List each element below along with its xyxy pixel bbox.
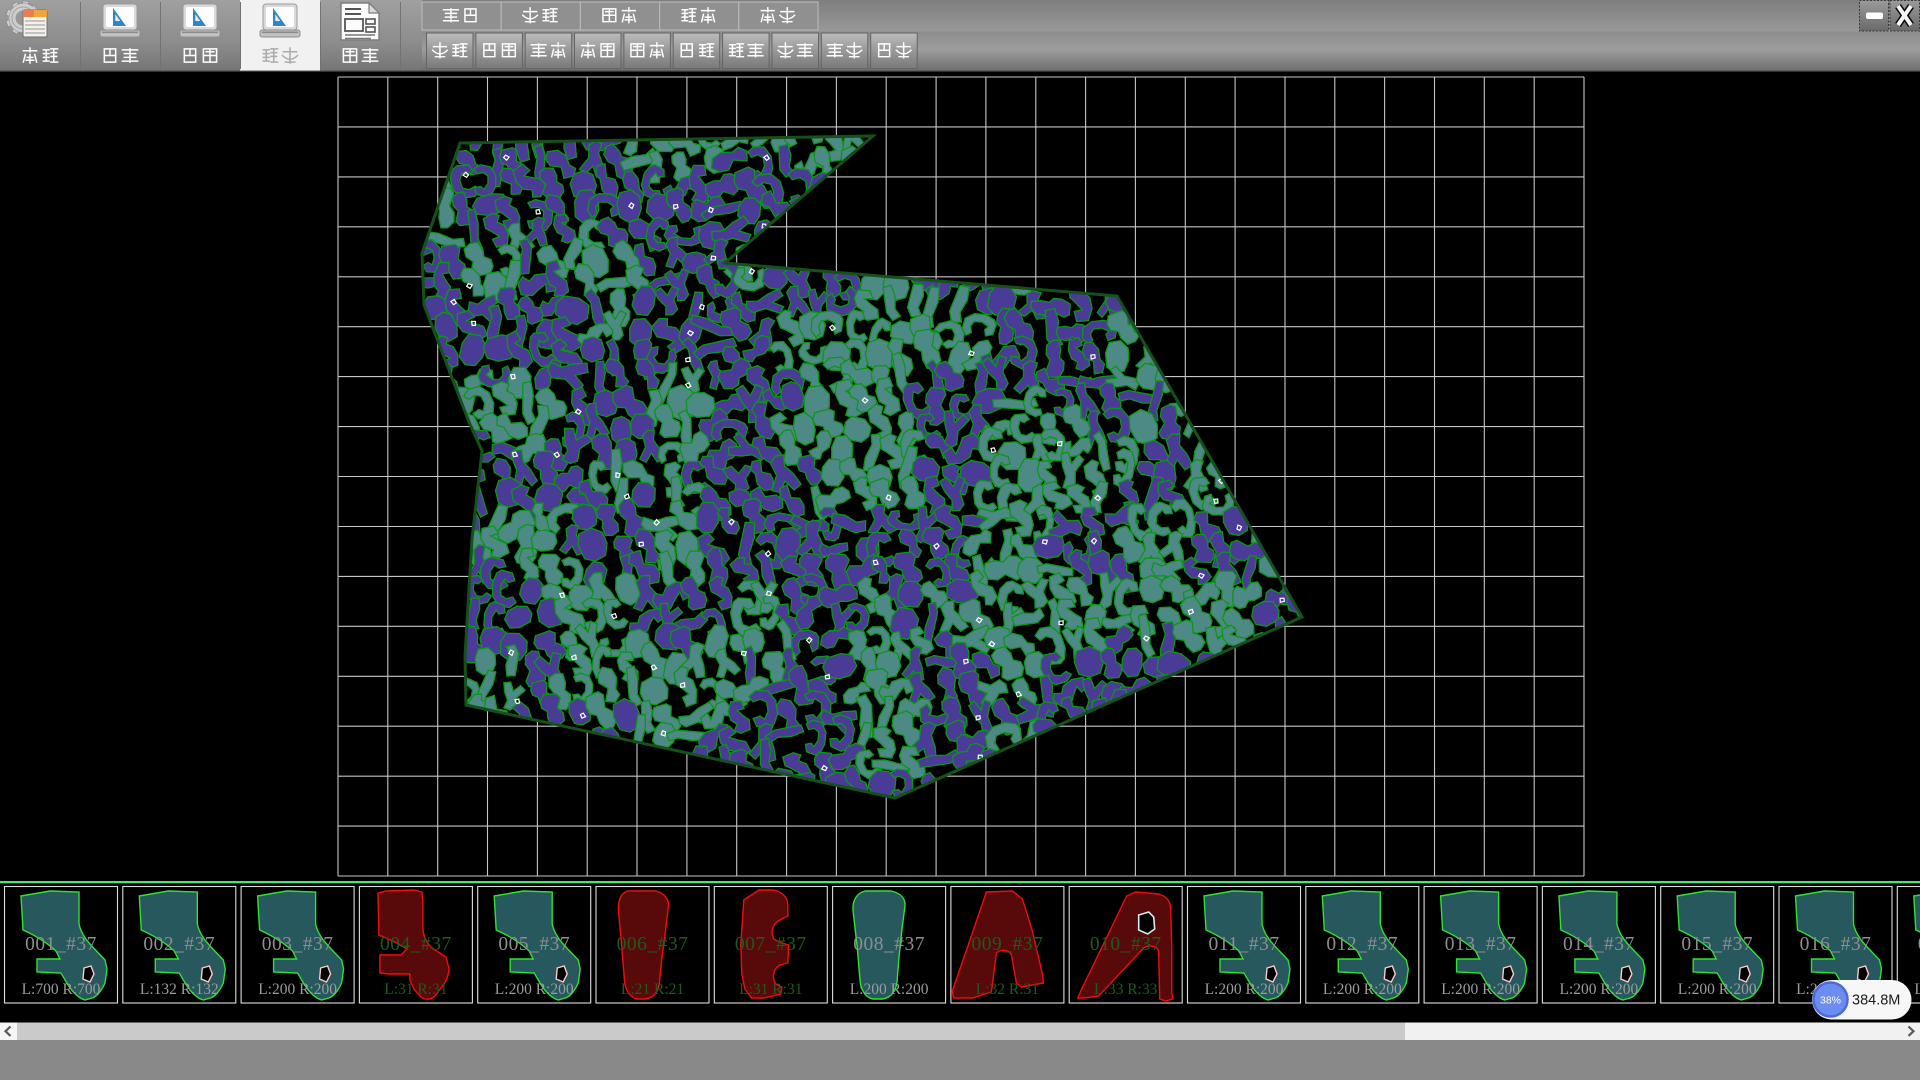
svg-text:013_#37: 013_#37 [1445, 934, 1517, 955]
svg-text:L:21 R:21: L:21 R:21 [621, 981, 684, 998]
svg-text:012_#37: 012_#37 [1326, 934, 1398, 955]
svg-text:L:32 R:31: L:32 R:31 [976, 981, 1039, 998]
svg-text:38%: 38% [1820, 995, 1841, 1007]
svg-text:L:200 R:200: L:200 R:200 [1914, 981, 1920, 998]
svg-text:L:200 R:200: L:200 R:200 [1323, 981, 1402, 998]
svg-text:015_#37: 015_#37 [1681, 934, 1753, 955]
svg-text:006_#37: 006_#37 [617, 934, 689, 955]
svg-text:L:31 R:31: L:31 R:31 [739, 981, 802, 998]
svg-text:L:33 R:33: L:33 R:33 [1094, 981, 1158, 998]
svg-text:L:200 R:200: L:200 R:200 [1441, 981, 1520, 998]
svg-text:L:200 R:200: L:200 R:200 [1205, 981, 1284, 998]
svg-text:L:200 R:200: L:200 R:200 [495, 981, 574, 998]
svg-text:001_#37: 001_#37 [25, 934, 97, 955]
svg-text:384.8M: 384.8M [1852, 993, 1900, 1009]
svg-text:L:200 R:200: L:200 R:200 [1560, 981, 1639, 998]
svg-text:002_#37: 002_#37 [143, 934, 215, 955]
svg-text:L:31 R:31: L:31 R:31 [384, 981, 447, 998]
svg-text:009_#37: 009_#37 [972, 934, 1044, 955]
svg-text:004_#37: 004_#37 [380, 934, 452, 955]
svg-text:L:700 R:700: L:700 R:700 [22, 981, 101, 998]
svg-text:003_#37: 003_#37 [262, 934, 334, 955]
svg-text:008_#37: 008_#37 [853, 934, 925, 955]
svg-text:L:200 R:200: L:200 R:200 [850, 981, 929, 998]
svg-text:L:200 R:200: L:200 R:200 [258, 981, 337, 998]
svg-text:014_#37: 014_#37 [1563, 934, 1635, 955]
svg-text:005_#37: 005_#37 [498, 934, 570, 955]
svg-text:007_#37: 007_#37 [735, 934, 807, 955]
svg-text:L:200 R:200: L:200 R:200 [1678, 981, 1757, 998]
svg-text:011_#37: 011_#37 [1208, 934, 1279, 955]
svg-text:L:132 R:132: L:132 R:132 [140, 981, 219, 998]
svg-text:010_#37: 010_#37 [1090, 934, 1162, 955]
svg-text:016_#37: 016_#37 [1800, 934, 1872, 955]
